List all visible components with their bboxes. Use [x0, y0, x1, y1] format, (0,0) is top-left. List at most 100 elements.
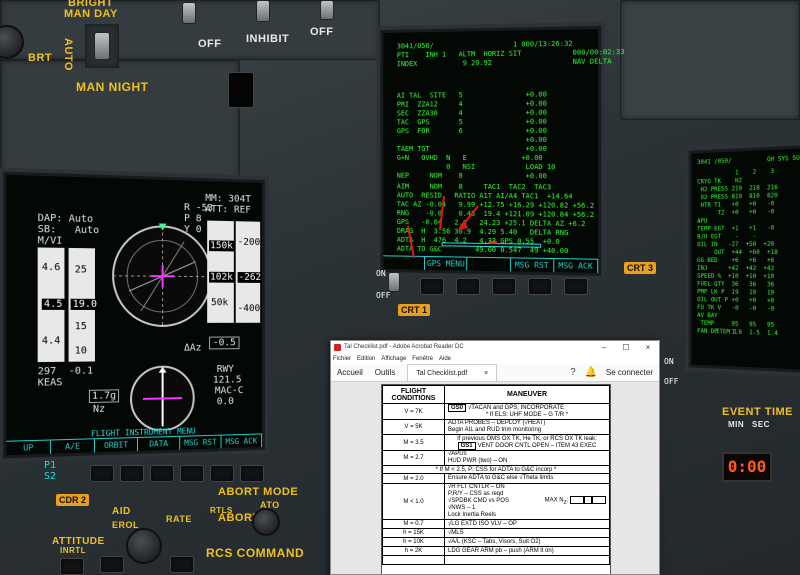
- checklist-row: h = 15K √MLS: [382, 528, 610, 538]
- mode-toggle[interactable]: [94, 32, 110, 60]
- abort-mode-knob[interactable]: [252, 508, 280, 536]
- notifications-icon[interactable]: 🔔: [582, 364, 600, 381]
- checklist-row: M = 3.5 If previous OMS OX TK, He TK, or …: [382, 434, 610, 451]
- checklist-ref-box: GS1: [457, 441, 476, 450]
- rcs-knob[interactable]: [126, 528, 162, 564]
- checklist-line: Ensure ADTA to G&C else √Theta limits: [448, 475, 554, 481]
- checklist-line: √LG EXTD ISO VLV – OP: [448, 520, 517, 527]
- center-bezel-btn-1[interactable]: [420, 278, 444, 295]
- checklist-condition-cell: V = 7K: [382, 403, 445, 420]
- checklist-maneuver-cell: √LG EXTD ISO VLV – OP: [444, 519, 610, 529]
- rcs-pb-3[interactable]: [60, 558, 84, 575]
- label-min: MIN: [728, 420, 745, 429]
- checklist-line: √APUs: [448, 451, 467, 457]
- checklist-maneuver-cell: √MLS: [444, 528, 610, 538]
- tape-left-2: 25: [74, 264, 87, 276]
- inhibit-toggle-3[interactable]: [320, 0, 334, 20]
- tab-close-icon[interactable]: ×: [484, 370, 488, 377]
- menu-edition[interactable]: Edition: [357, 356, 375, 362]
- crt3-tag: CRT 3: [624, 262, 657, 274]
- mac-value: 0.0: [216, 396, 234, 408]
- softkey-ae[interactable]: A/E: [51, 439, 95, 454]
- checklist-row: M = 2.0 Ensure ADTA to G&C else √Theta li…: [382, 473, 610, 484]
- pdf-app-icon: [334, 343, 341, 351]
- checklist-line: * If ELS: UHF MODE – G T/R *: [485, 411, 569, 418]
- right-header: 3041 /050/ GH SYS SUMM 1: [697, 154, 800, 166]
- close-icon[interactable]: ×: [637, 343, 659, 352]
- center-power-toggle[interactable]: [388, 272, 400, 292]
- pdf-page: FLIGHT CONDITIONS MANEUVER V = 7K GS0 √TAC…: [381, 384, 611, 574]
- inhibit-toggle-2[interactable]: [256, 0, 270, 22]
- center-softkey-msg-rst[interactable]: MSG RST: [510, 258, 555, 273]
- checklist-line: P,R/Y – CSS as reqd: [448, 491, 504, 497]
- checklist-condition-cell: [382, 555, 445, 565]
- menu-affichage[interactable]: Affichage: [381, 356, 406, 362]
- tape-right-5: 50k: [211, 297, 229, 309]
- checklist-condition-cell: h = 10K: [382, 537, 445, 547]
- header-flight-conditions: FLIGHT CONDITIONS: [382, 385, 445, 404]
- checklist-condition-cell: M = 2.0: [382, 473, 445, 484]
- sign-in-link[interactable]: Se connecter: [600, 364, 659, 381]
- rcs-pb-2[interactable]: [170, 556, 194, 573]
- upper-right-panel: [620, 0, 800, 120]
- adi-bezel-btn-5[interactable]: [210, 465, 234, 482]
- right-on-label: ON: [664, 357, 674, 366]
- checklist-row: V = 5K ADTA PROBES – DEPLOY (√HEAT) Begin …: [382, 419, 610, 435]
- maximize-icon[interactable]: ☐: [615, 343, 637, 352]
- softkey-orbit[interactable]: ORBIT: [94, 438, 138, 453]
- acrobat-reader-window: Tal Checklist.pdf - Adobe Acrobat Reader…: [330, 340, 660, 575]
- center-softkey-1[interactable]: [383, 256, 426, 270]
- rwy-value: 121.5: [212, 374, 242, 386]
- minimize-icon[interactable]: –: [593, 343, 615, 352]
- tab-tools[interactable]: Outils: [369, 364, 401, 381]
- checklist-line: √SPDBK CMD vs POS: [448, 498, 509, 504]
- menu-aide[interactable]: Aide: [439, 356, 451, 362]
- adi-bezel-btn-6[interactable]: [240, 465, 264, 482]
- g-value: 1.7g: [88, 389, 120, 404]
- center-softkey-gps-menu[interactable]: GPS MENU: [425, 256, 468, 271]
- menu-fenetre[interactable]: Fenêtre: [412, 356, 433, 362]
- black-square-light: [228, 72, 254, 108]
- nz-label: Nz: [92, 403, 106, 416]
- softkey-msg-ack[interactable]: MSG ACK: [221, 434, 263, 449]
- checklist-row: h = 2K LDG GEAR ARM pb – push (ARM lt on): [382, 546, 610, 556]
- menu-fichier[interactable]: Fichier: [333, 356, 351, 362]
- delta-az-value: -0.5: [209, 336, 240, 350]
- center-bezel-btn-5[interactable]: [564, 278, 588, 295]
- rcs-pb-1[interactable]: [100, 556, 124, 573]
- checklist-row: [382, 555, 610, 565]
- adi-bezel-btn-2[interactable]: [120, 465, 144, 482]
- tape-right-6: -400: [237, 303, 261, 315]
- right-footer: ITEM 1: [716, 328, 737, 336]
- center-red-marker: [489, 241, 497, 245]
- document-viewport[interactable]: FLIGHT CONDITIONS MANEUVER V = 7K GS0 √TAC…: [331, 382, 659, 574]
- checklist-row: * If M < 2.5, P: CSS for ADTA to G&C inc…: [382, 465, 610, 474]
- inhibit-toggle-1[interactable]: [182, 2, 196, 24]
- event-timer: 0:00: [722, 452, 772, 482]
- center-softkey-3[interactable]: [467, 257, 511, 272]
- max-nz-field: MAX NZ: .: [545, 496, 606, 507]
- label-off-left: OFF: [198, 38, 222, 50]
- checklist-condition-cell: h = 15K: [382, 528, 445, 538]
- checklist-condition-cell: V = 5K: [382, 419, 445, 435]
- label-abort-mode: ABORT MODE: [218, 486, 299, 498]
- center-block: AI TAL SITE 5 +0.00 PRI ZZA12 4 +0.00 SE…: [396, 90, 556, 181]
- help-icon[interactable]: ?: [564, 364, 582, 381]
- softkey-up[interactable]: UP: [6, 440, 52, 456]
- softkey-data[interactable]: DATA: [138, 436, 181, 451]
- tab-document[interactable]: Tal Checklist.pdf ×: [407, 364, 498, 381]
- adi-bezel-btn-4[interactable]: [180, 465, 204, 482]
- mdu-p1-s2-tag: P1 S2: [44, 460, 57, 482]
- center-softkey-msg-ack[interactable]: MSG ACK: [554, 259, 599, 273]
- checklist-line: LDG GEAR ARM pb – push (ARM lt on): [448, 547, 554, 554]
- softkey-msg-rst[interactable]: MSG RST: [180, 435, 222, 450]
- label-sec: SEC: [752, 420, 770, 429]
- center-bezel-btn-3[interactable]: [492, 278, 516, 295]
- label-auto: AUTO: [62, 38, 74, 71]
- adi-bezel-btn-1[interactable]: [90, 465, 114, 482]
- tape-left-mach: 19.0: [70, 298, 100, 310]
- center-bezel-btn-2[interactable]: [456, 278, 480, 295]
- adi-bezel-btn-3[interactable]: [150, 465, 174, 482]
- center-bezel-btn-4[interactable]: [528, 278, 552, 295]
- tab-home[interactable]: Accueil: [331, 364, 369, 381]
